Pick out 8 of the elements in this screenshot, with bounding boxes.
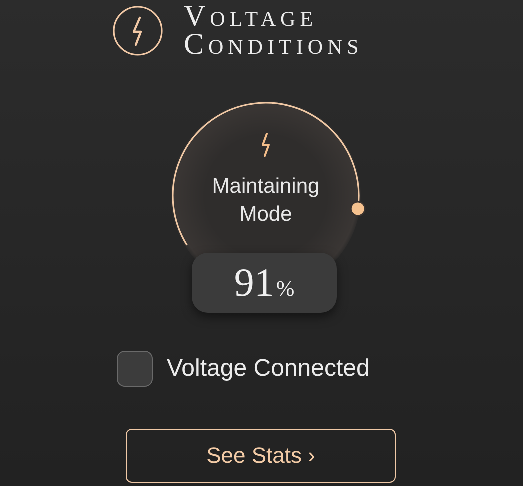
lightning-icon (112, 5, 164, 57)
checkbox[interactable] (117, 351, 153, 387)
checkbox-label: Voltage Connected (167, 355, 370, 383)
see-stats-button[interactable]: See Stats › (126, 429, 396, 483)
percentage-display: 91% (192, 253, 337, 313)
lightning-icon (260, 133, 272, 157)
section-title: Voltage Conditions (184, 3, 364, 59)
mode-label: Maintaining Mode (211, 174, 321, 228)
